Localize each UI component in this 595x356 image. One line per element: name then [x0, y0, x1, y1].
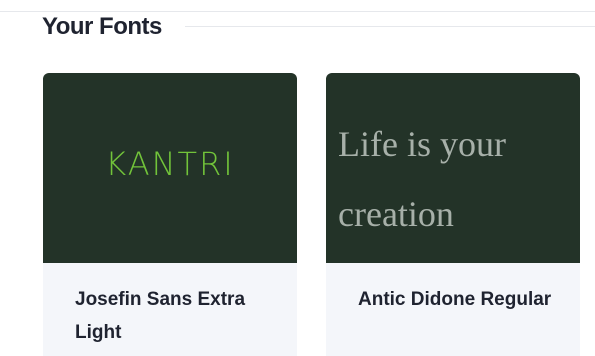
font-name: Antic Didone Regular — [358, 289, 552, 310]
font-name: Josefin Sans Extra Light — [75, 289, 246, 343]
font-preview-text: Life is your creation — [338, 124, 506, 234]
font-card-footer: Josefin Sans Extra Light — [43, 263, 297, 349]
font-card[interactable]: KANTRI Josefin Sans Extra Light — [43, 73, 297, 356]
section-header: Your Fonts — [42, 10, 595, 46]
font-card[interactable]: Life is your creation Antic Didone Regul… — [326, 73, 580, 356]
font-card-footer: Antic Didone Regular — [326, 263, 580, 316]
font-preview[interactable]: KANTRI — [43, 73, 297, 263]
font-preview-text: KANTRI — [105, 145, 235, 183]
font-preview[interactable]: Life is your creation — [326, 73, 580, 263]
section-divider — [185, 26, 595, 27]
section-title: Your Fonts — [42, 13, 162, 40]
fonts-page: Your Fonts KANTRI Josefin Sans Extra Lig… — [0, 0, 595, 356]
